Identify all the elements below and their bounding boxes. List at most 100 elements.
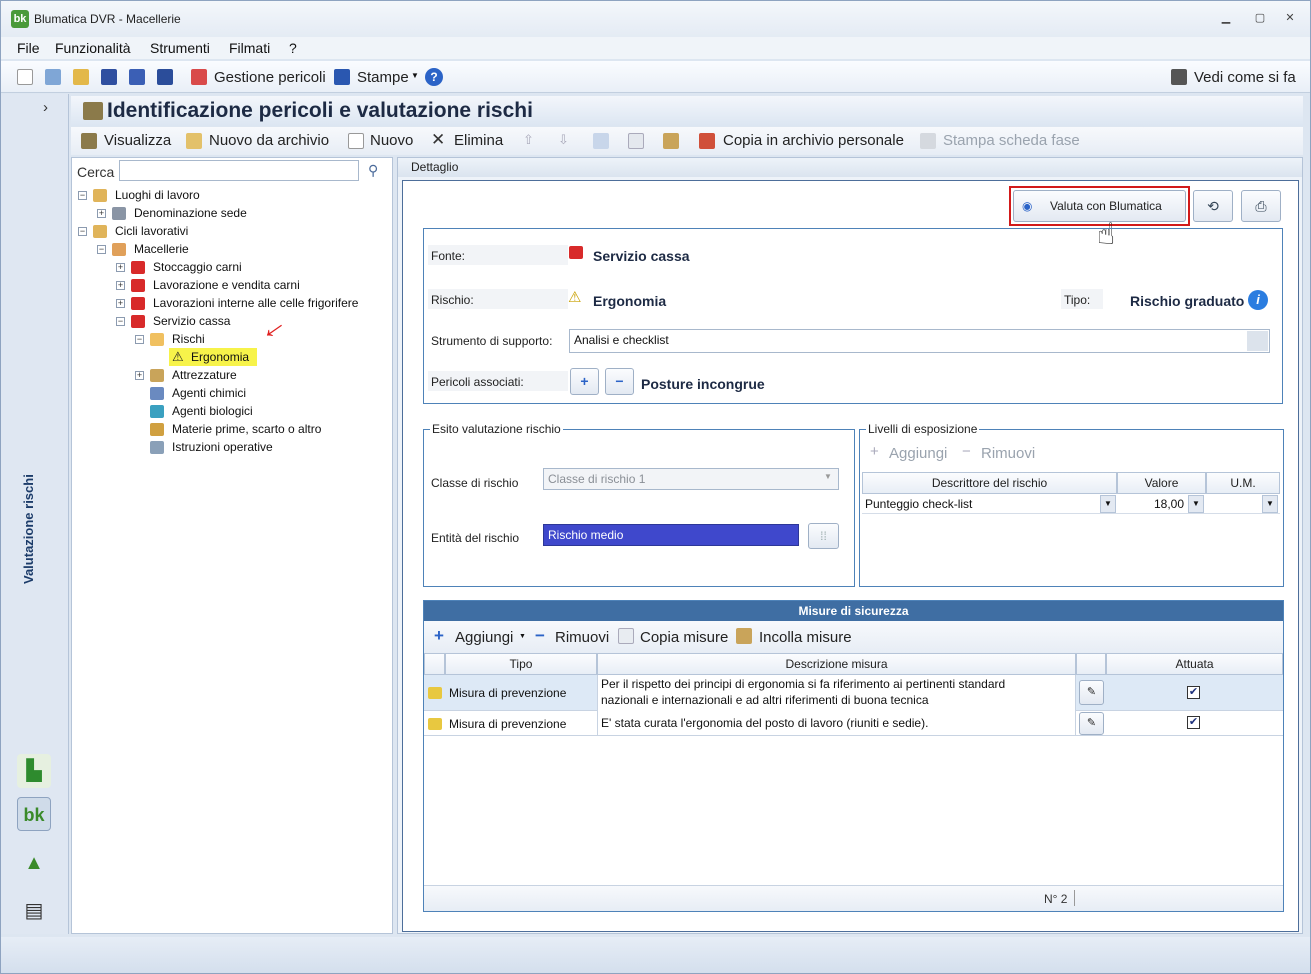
- col-valore[interactable]: Valore: [1117, 472, 1206, 494]
- minimize-icon[interactable]: ▁: [1219, 11, 1233, 25]
- search-icon[interactable]: ⚲: [368, 162, 378, 179]
- menu-filmati[interactable]: Filmati: [229, 40, 270, 56]
- add-pericolo-button[interactable]: +: [570, 368, 599, 395]
- blumatica-icon[interactable]: bk: [17, 797, 51, 831]
- misure-footer: N° 2: [424, 885, 1283, 911]
- chevron-down-icon[interactable]: ▼: [519, 633, 526, 640]
- printer-icon[interactable]: ▤: [17, 894, 51, 928]
- gestione-pericoli-button[interactable]: Gestione pericoli: [214, 69, 326, 86]
- col-attuata[interactable]: Attuata: [1106, 653, 1283, 675]
- factory-icon[interactable]: ▙: [17, 754, 51, 788]
- strumento-field[interactable]: Analisi e checklist: [569, 329, 1270, 353]
- col-um[interactable]: U.M.: [1206, 472, 1280, 494]
- chevron-down-icon[interactable]: ▼: [411, 71, 419, 80]
- misure-aggiungi-button[interactable]: Aggiungi: [455, 629, 513, 646]
- new-file-icon[interactable]: [17, 69, 33, 85]
- save-all-icon[interactable]: [129, 69, 145, 85]
- copia-misure-button[interactable]: Copia misure: [640, 629, 728, 646]
- print-sheet-icon: [920, 133, 936, 149]
- edit-note-button[interactable]: ✎: [1079, 680, 1104, 705]
- livelli-aggiungi-button: Aggiungi: [889, 445, 948, 462]
- chevron-down-icon[interactable]: ▼: [1188, 495, 1204, 513]
- chevron-right-icon[interactable]: ›: [43, 99, 48, 116]
- delete-icon[interactable]: ✕: [431, 130, 445, 150]
- attuata-checkbox[interactable]: ✔: [1187, 716, 1200, 729]
- checklist-icon[interactable]: [191, 69, 207, 85]
- visualizza-button[interactable]: Visualizza: [104, 132, 171, 149]
- remove-icon[interactable]: −: [535, 626, 545, 646]
- add-icon[interactable]: +: [434, 626, 444, 646]
- misure-title: Misure di sicurezza: [424, 601, 1283, 621]
- link-evaluation-button[interactable]: ⟲: [1193, 190, 1233, 222]
- strumento-dropdown[interactable]: [1247, 331, 1268, 351]
- word-icon[interactable]: [334, 69, 350, 85]
- misure-rimuovi-button[interactable]: Rimuovi: [555, 629, 609, 646]
- measure-icon: [428, 687, 442, 699]
- entita-field[interactable]: Rischio medio: [543, 524, 799, 546]
- chevron-down-icon[interactable]: ▼: [1262, 495, 1278, 513]
- esito-title: Esito valutazione rischio: [430, 422, 563, 436]
- chevron-down-icon[interactable]: ▼: [1100, 495, 1116, 513]
- remove-pericolo-button[interactable]: −: [605, 368, 634, 395]
- nuovo-button[interactable]: Nuovo: [370, 132, 413, 149]
- menu-file[interactable]: File: [17, 40, 40, 56]
- table-row[interactable]: Misura di prevenzione E' stata curata l'…: [424, 711, 1283, 736]
- nuovo-da-archivio-button[interactable]: Nuovo da archivio: [209, 132, 329, 149]
- tree-item-ergonomia[interactable]: ⚠ Ergonomia: [169, 348, 257, 366]
- help-icon[interactable]: ?: [425, 68, 443, 86]
- archive-icon[interactable]: [186, 133, 202, 149]
- presentation-icon[interactable]: [1171, 69, 1187, 85]
- copia-archivio-button[interactable]: Copia in archivio personale: [723, 132, 904, 149]
- info-icon[interactable]: i: [1248, 290, 1268, 310]
- move-up-icon[interactable]: ⇧: [523, 132, 534, 148]
- save-icon[interactable]: [101, 69, 117, 85]
- paste-icon[interactable]: [663, 133, 679, 149]
- copy-icon[interactable]: [618, 628, 634, 644]
- search-label: Cerca: [77, 164, 115, 180]
- move-down-icon[interactable]: ⇩: [558, 132, 569, 148]
- table-row[interactable]: Misura di prevenzione Per il rispetto de…: [424, 675, 1283, 711]
- attuata-checkbox[interactable]: ✔: [1187, 686, 1200, 699]
- livelli-rimuovi-button: Rimuovi: [981, 445, 1036, 462]
- entita-picker-button[interactable]: ⁞⁞: [808, 523, 839, 549]
- print-button[interactable]: ⎙: [1241, 190, 1281, 222]
- close-icon[interactable]: ✕: [1283, 11, 1297, 25]
- col-descrizione[interactable]: Descrizione misura: [597, 653, 1076, 675]
- measure-icon: [428, 718, 442, 730]
- copy-icon[interactable]: [628, 133, 644, 149]
- col-edit: [1076, 653, 1106, 675]
- menu-help[interactable]: ?: [289, 40, 297, 56]
- open-recent-icon[interactable]: [45, 69, 61, 85]
- find-icon[interactable]: [593, 133, 609, 149]
- elimina-button[interactable]: Elimina: [454, 132, 503, 149]
- vedi-come-si-fa-button[interactable]: Vedi come si fa: [1194, 69, 1296, 86]
- menu-funzionalita[interactable]: Funzionalità: [55, 40, 131, 56]
- table-row[interactable]: Punteggio check-list ▼ 18,00 ▼ ▼: [862, 494, 1280, 514]
- col-tipo[interactable]: Tipo: [445, 653, 597, 675]
- shapes-icon[interactable]: [699, 133, 715, 149]
- paste-icon[interactable]: [736, 628, 752, 644]
- title-bar: bk Blumatica DVR - Macellerie ▁ ▢ ✕: [1, 1, 1310, 37]
- stampe-button[interactable]: Stampe: [357, 69, 409, 86]
- tab-dettaglio[interactable]: Dettaglio: [398, 158, 1302, 177]
- phase-icon: [569, 246, 583, 259]
- open-folder-icon[interactable]: [73, 69, 89, 85]
- detail-panel: Dettaglio ◉ Valuta con Blumatica ☝ ⟲ ⎙ F…: [397, 157, 1303, 934]
- phase-icon: [131, 261, 145, 274]
- search-input[interactable]: [119, 160, 359, 181]
- main-toolbar: Gestione pericoli Stampe ▼ ? Vedi come s…: [1, 61, 1310, 93]
- misure-count: N° 2: [1044, 892, 1068, 906]
- menu-strumenti[interactable]: Strumenti: [150, 40, 210, 56]
- incolla-misure-button[interactable]: Incolla misure: [759, 629, 852, 646]
- chemical-icon: [150, 387, 164, 400]
- col-descrittore[interactable]: Descrittore del rischio: [862, 472, 1117, 494]
- visualizza-icon[interactable]: [81, 133, 97, 149]
- new-icon[interactable]: [348, 133, 364, 149]
- save-as-icon[interactable]: [157, 69, 173, 85]
- col-indicator: [424, 653, 445, 675]
- restore-icon[interactable]: ▢: [1253, 11, 1267, 25]
- home-icon: [112, 243, 126, 256]
- print-icon: ⎙: [1255, 198, 1267, 214]
- hazard-sign-icon[interactable]: ▲: [17, 846, 51, 880]
- edit-note-button[interactable]: ✎: [1079, 712, 1104, 735]
